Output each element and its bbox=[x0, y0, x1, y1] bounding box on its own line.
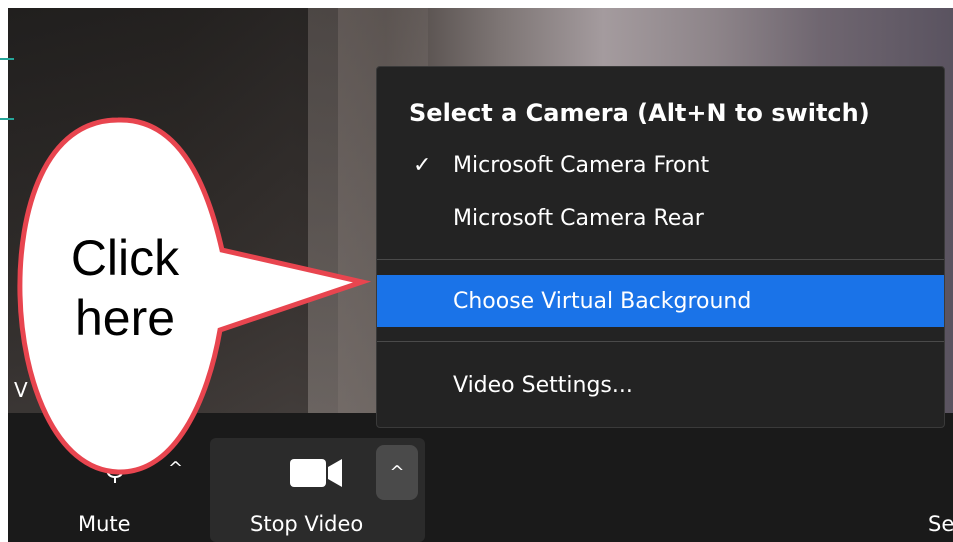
menu-header: Select a Camera (Alt+N to switch) bbox=[409, 99, 870, 127]
menu-item-label: Microsoft Camera Front bbox=[453, 152, 710, 178]
decoration-line bbox=[0, 58, 14, 60]
callout-text: Click here bbox=[40, 228, 210, 348]
menu-divider bbox=[377, 259, 944, 260]
chevron-up-icon: ^ bbox=[389, 462, 405, 483]
video-options-caret-button[interactable]: ^ bbox=[376, 445, 418, 500]
decoration-line bbox=[0, 118, 14, 120]
menu-divider bbox=[377, 341, 944, 342]
menu-item-label: Video Settings... bbox=[453, 372, 633, 398]
microphone-icon bbox=[106, 457, 124, 483]
menu-item-label: Choose Virtual Background bbox=[453, 288, 752, 314]
check-icon: ✓ bbox=[413, 152, 432, 178]
stop-video-label: Stop Video bbox=[250, 512, 364, 536]
partial-toolbar-label: Se bbox=[928, 512, 953, 536]
callout-line2: here bbox=[74, 290, 176, 346]
audio-options-caret-icon[interactable]: ^ bbox=[168, 458, 183, 479]
menu-item-label: Microsoft Camera Rear bbox=[453, 205, 704, 231]
camera-menu: Select a Camera (Alt+N to switch) ✓ Micr… bbox=[376, 66, 945, 428]
video-shadow bbox=[8, 8, 338, 413]
mute-button[interactable] bbox=[70, 455, 160, 489]
menu-item-video-settings[interactable]: Video Settings... bbox=[377, 359, 944, 411]
video-camera-icon bbox=[290, 459, 342, 487]
menu-item-camera-rear[interactable]: Microsoft Camera Rear bbox=[377, 192, 944, 244]
video-name-label: V bbox=[14, 378, 28, 402]
mute-label: Mute bbox=[78, 512, 131, 536]
callout-line1: Click bbox=[70, 230, 180, 286]
menu-item-virtual-background[interactable]: Choose Virtual Background bbox=[377, 275, 944, 327]
menu-item-camera-front[interactable]: ✓ Microsoft Camera Front bbox=[377, 139, 944, 191]
